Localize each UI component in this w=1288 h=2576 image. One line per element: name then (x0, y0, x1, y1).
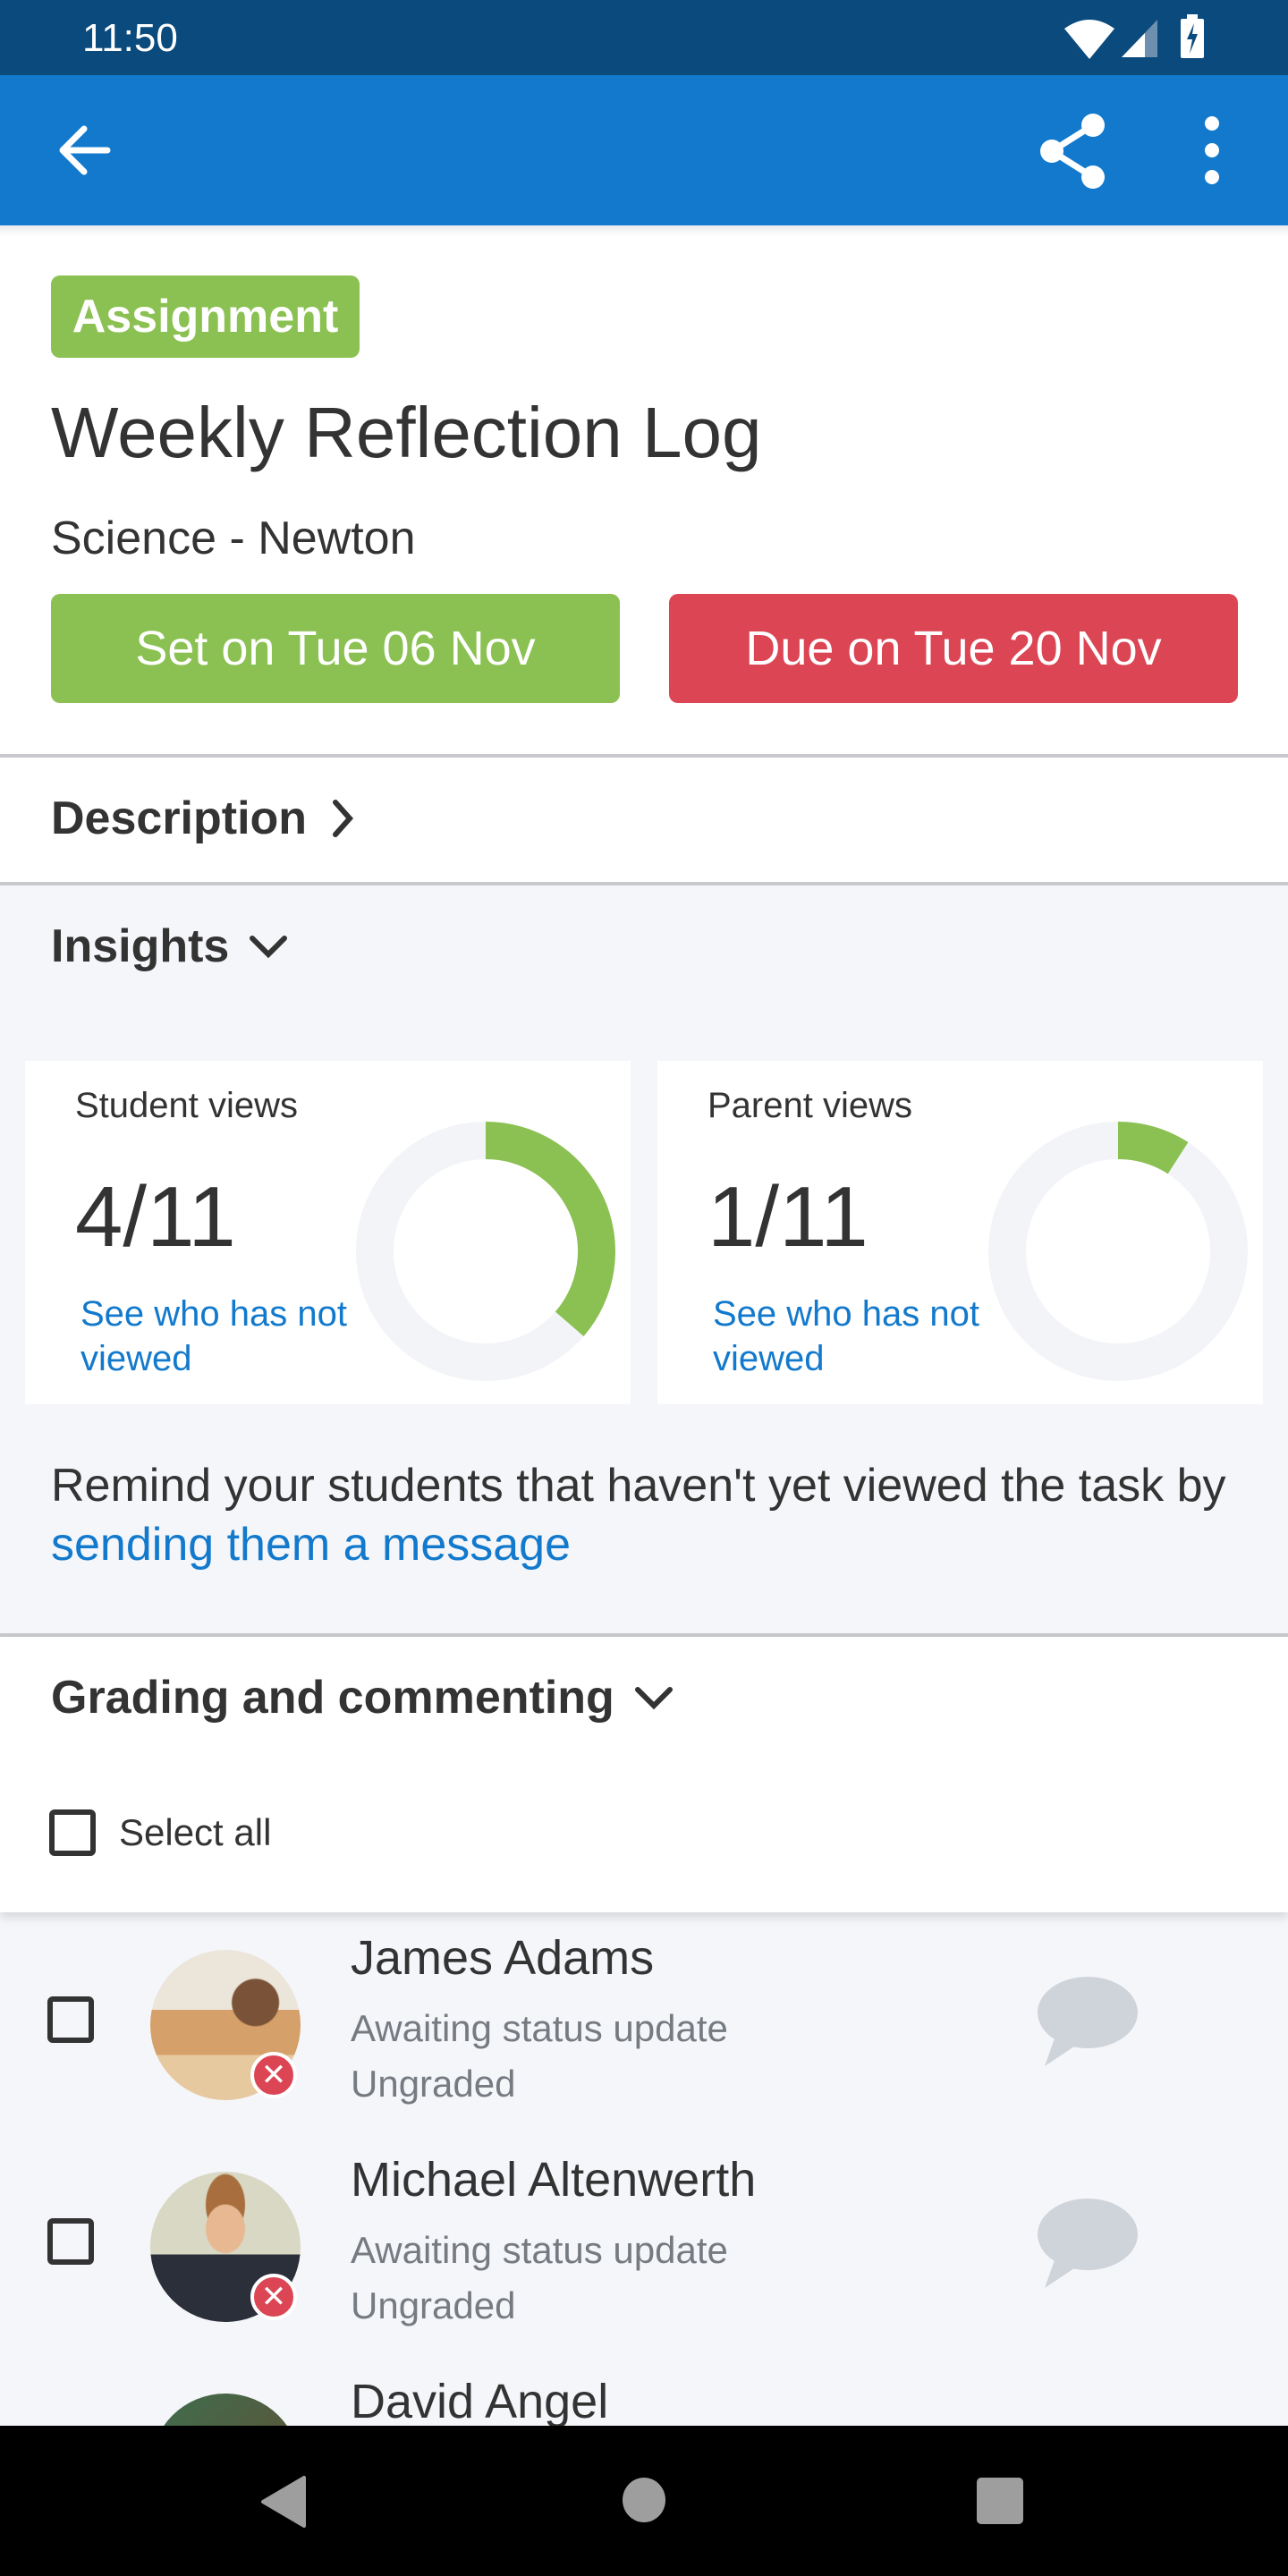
back-arrow-icon[interactable] (57, 125, 111, 175)
select-all-checkbox[interactable] (49, 1809, 96, 1856)
select-all-label: Select all (119, 1811, 272, 1853)
student-status: Awaiting status update (351, 2007, 728, 2049)
chevron-right-icon (333, 800, 354, 837)
battery-charging-icon (1181, 14, 1204, 58)
description-heading: Description (51, 792, 308, 844)
student-checkbox[interactable] (47, 2218, 94, 2265)
see-not-viewed-link[interactable]: See who has not viewed (713, 1292, 981, 1381)
student-grade: Ungraded (351, 2063, 516, 2105)
appbar-shadow (0, 225, 1288, 236)
comment-icon[interactable] (1036, 1977, 1140, 2070)
page-title: Weekly Reflection Log (51, 393, 762, 472)
student-checkbox[interactable] (47, 1996, 94, 2043)
nav-home-icon[interactable] (621, 2476, 667, 2524)
signal-icon (1122, 20, 1157, 57)
see-not-viewed-link[interactable]: See who has not viewed (80, 1292, 349, 1381)
insights-heading: Insights (51, 920, 230, 972)
set-date-button[interactable]: Set on Tue 06 Nov (51, 594, 620, 703)
system-nav-bar (0, 2426, 1288, 2576)
select-all[interactable]: Select all (49, 1809, 271, 1856)
student-row[interactable]: ✕ James Adams Awaiting status update Ung… (0, 1931, 1288, 2129)
nav-back-icon[interactable] (259, 2476, 309, 2528)
divider (0, 882, 1288, 886)
due-date-button[interactable]: Due on Tue 20 Nov (669, 594, 1238, 703)
class-name: Science - Newton (51, 513, 416, 564)
chevron-down-icon (634, 1687, 673, 1710)
student-name: David Angel (351, 2375, 609, 2428)
student-row[interactable]: ✕ Michael Altenwerth Awaiting status upd… (0, 2153, 1288, 2351)
status-bar: 11:50 (0, 0, 1288, 75)
parent-views-card: Parent views 1/11 See who has not viewed (657, 1061, 1263, 1404)
not-viewed-x-icon: ✕ (250, 2052, 297, 2098)
student-status: Awaiting status update (351, 2229, 728, 2271)
student-grade: Ungraded (351, 2284, 516, 2326)
nav-recents-icon[interactable] (975, 2476, 1025, 2526)
card-value: 4/11 (75, 1169, 236, 1265)
status-time: 11:50 (82, 16, 178, 60)
remind-text: Remind your students that haven't yet vi… (51, 1456, 1250, 1574)
send-message-link[interactable]: sending them a message (51, 1519, 571, 1571)
donut-progress-arc (1117, 1122, 1189, 1174)
app-bar (0, 75, 1288, 225)
card-value: 1/11 (708, 1169, 869, 1265)
parent-views-donut (988, 1122, 1248, 1381)
description-row[interactable]: Description (0, 758, 1288, 884)
not-viewed-x-icon: ✕ (250, 2274, 297, 2320)
card-label: Parent views (708, 1086, 912, 1125)
chevron-down-icon (250, 936, 288, 959)
assignment-type-badge: Assignment (51, 275, 360, 358)
wifi-icon (1064, 20, 1114, 59)
grading-toggle[interactable]: Grading and commenting (51, 1671, 674, 1724)
donut-progress-arc (485, 1122, 615, 1336)
donut-track (988, 1122, 1248, 1381)
student-name: Michael Altenwerth (351, 2153, 757, 2207)
card-label: Student views (75, 1086, 299, 1125)
more-vertical-icon[interactable] (1199, 114, 1225, 186)
share-icon[interactable] (1036, 113, 1113, 190)
remind-prefix: Remind your students that haven't yet vi… (51, 1460, 1226, 1512)
student-name: James Adams (351, 1931, 655, 1985)
insights-toggle[interactable]: Insights (51, 919, 288, 973)
student-views-donut (356, 1122, 615, 1381)
grading-heading: Grading and commenting (51, 1672, 614, 1724)
student-views-card: Student views 4/11 See who has not viewe… (25, 1061, 631, 1404)
comment-icon[interactable] (1036, 2199, 1140, 2292)
